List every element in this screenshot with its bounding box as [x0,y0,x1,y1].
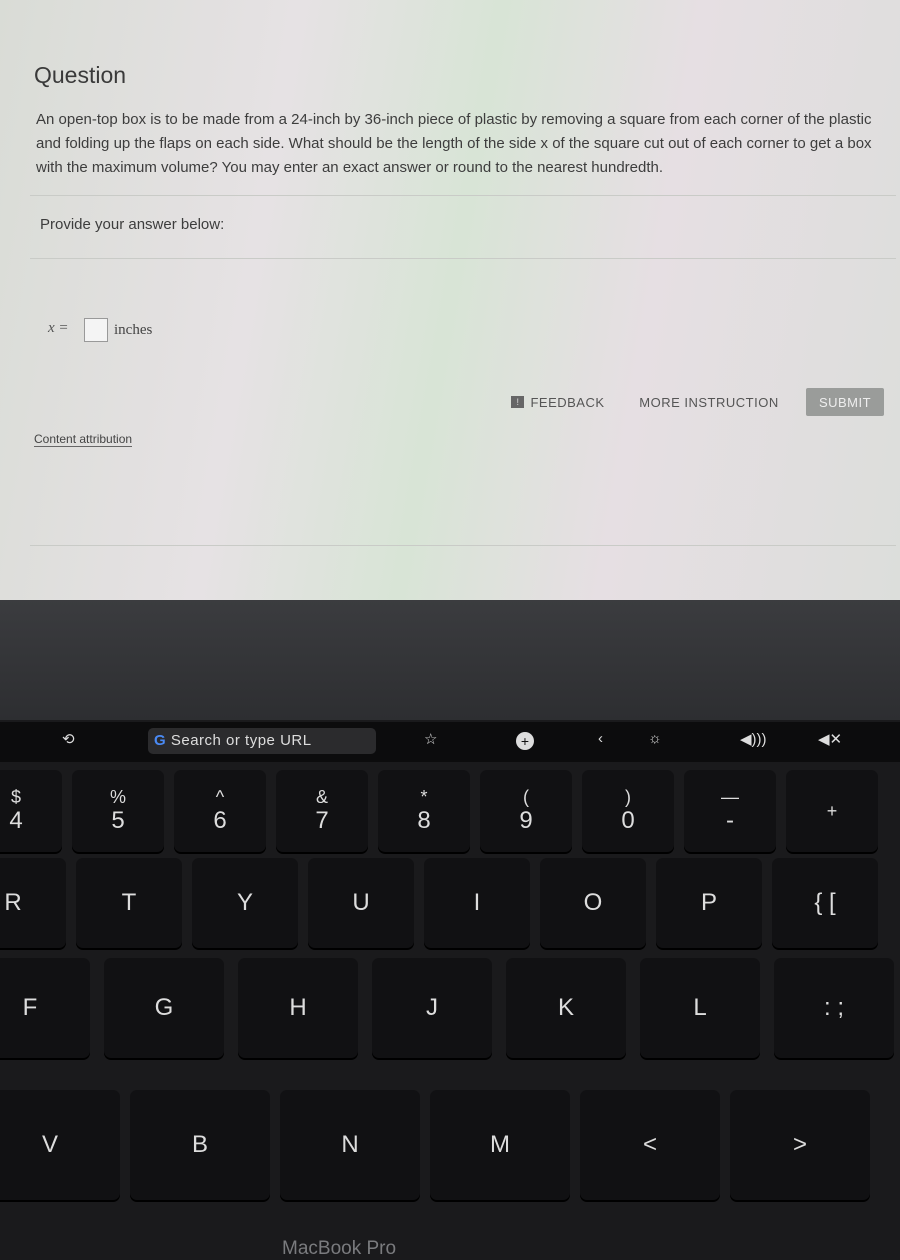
answer-input[interactable] [84,318,108,342]
laptop-bezel: MacBook Pro [0,600,900,1259]
key-label: 9 [519,807,533,834]
google-logo-icon: G [154,732,167,749]
key-shift-label: ^ [215,787,225,807]
key-label: F [22,994,38,1021]
feedback-icon: ! [511,396,525,408]
key[interactable]: < [580,1090,720,1200]
volume-icon[interactable]: ◀))) [740,730,767,748]
brightness-icon[interactable]: ☼ [648,730,662,747]
key[interactable]: M [430,1090,570,1200]
key[interactable]: ^ 6 [174,770,266,852]
key-shift-label: + [826,801,838,821]
key[interactable]: $4 [0,770,62,852]
key-label: 4 [9,807,23,834]
key-shift-label: & [315,787,328,807]
key-label: M [490,1131,510,1158]
key[interactable]: : ; [774,958,894,1058]
key[interactable]: J [372,958,492,1058]
key[interactable]: & 7 [276,770,368,852]
key[interactable]: B [130,1090,270,1200]
key-label: > [792,1131,807,1158]
key-label: N [341,1131,359,1158]
key-label: T [121,889,137,916]
key-label: G [154,994,174,1021]
feedback-button[interactable]: ! FEEDBACK [508,388,608,416]
new-tab-icon[interactable]: + [516,732,534,750]
answer-units: inches [114,322,153,338]
key-shift-label: — [721,787,739,807]
question-title: Question [34,62,127,88]
key-label: 7 [315,807,329,834]
key-label: { [ [814,889,836,916]
key[interactable]: — - [684,770,776,852]
key[interactable]: + [786,770,878,852]
key-label: J [426,994,438,1021]
key-label: B [191,1131,208,1158]
key[interactable]: R [0,858,66,948]
divider [30,195,896,196]
back-icon[interactable]: ‹ [598,730,603,747]
key-shift-label: ( [523,787,529,807]
feedback-label: FEEDBACK [530,394,605,410]
key-label: P [700,889,717,916]
key-label: 0 [621,807,635,834]
key[interactable]: * 8 [378,770,470,852]
key[interactable]: K [506,958,626,1058]
key[interactable]: { [ [772,858,878,948]
key[interactable]: ) 0 [582,770,674,852]
key[interactable]: N [280,1090,420,1200]
key[interactable]: I [424,858,530,948]
submit-button[interactable]: SUBMIT [806,388,884,416]
key[interactable]: T [76,858,182,948]
key-label: - [726,807,734,834]
key-label: K [557,994,574,1021]
star-icon[interactable]: ☆ [424,730,437,748]
answer-prefix: x = [48,320,69,336]
key-label: L [693,994,707,1021]
provide-answer-label: Provide your answer below: [40,216,225,233]
key-label: < [642,1131,657,1158]
key-label: V [41,1131,58,1158]
key-label: U [352,889,370,916]
key[interactable]: G [104,958,224,1058]
key[interactable]: H [238,958,358,1058]
browser-screen: Question An open-top box is to be made f… [0,0,900,600]
key[interactable]: O [540,858,646,948]
key[interactable]: (9 [480,770,572,852]
url-placeholder: Search or type URL [170,732,312,749]
key-label: I [473,889,481,916]
key-label: : ; [823,994,844,1021]
key[interactable]: F [0,958,90,1058]
key-shift-label: * [420,787,428,807]
key-label: O [583,889,603,916]
url-search-field[interactable]: G Search or type URL [148,728,376,754]
key[interactable]: P [656,858,762,948]
brand-label: MacBook Pro [282,1238,397,1259]
key-shift-label: % [109,787,126,807]
divider [30,258,896,259]
key[interactable]: U [308,858,414,948]
key-label: R [4,889,22,916]
key-label: Y [236,889,253,916]
key-label: H [289,994,307,1021]
reload-icon[interactable]: ⟲ [62,730,75,748]
key-shift-label: ) [625,787,631,807]
key[interactable]: Y [192,858,298,948]
key[interactable]: V [0,1090,120,1200]
key[interactable]: > [730,1090,870,1200]
more-instruction-button[interactable]: MORE INSTRUCTION [636,388,782,416]
key[interactable]: % 5 [72,770,164,852]
key-label: 5 [111,807,125,834]
key-label: 8 [417,807,431,834]
question-text: An open-top box is to be made from a 24-… [36,111,872,176]
key-shift-label: $ [10,787,21,807]
mute-icon[interactable]: ◀✕ [818,730,842,748]
key[interactable]: L [640,958,760,1058]
divider [30,545,896,546]
key-label: 6 [213,807,227,834]
content-attribution-link[interactable]: Content attribution [34,432,133,447]
